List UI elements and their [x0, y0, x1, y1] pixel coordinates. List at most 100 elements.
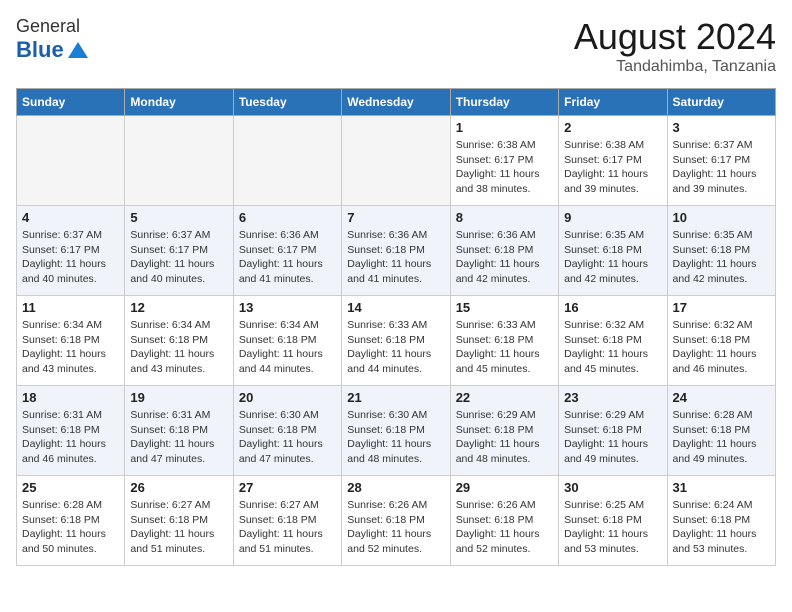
day-info: Sunrise: 6:29 AMSunset: 6:18 PMDaylight:… — [564, 408, 661, 467]
calendar-table: SundayMondayTuesdayWednesdayThursdayFrid… — [16, 88, 776, 566]
weekday-header-thursday: Thursday — [450, 89, 558, 116]
calendar-cell: 21 Sunrise: 6:30 AMSunset: 6:18 PMDayligh… — [342, 386, 450, 476]
calendar-cell: 3 Sunrise: 6:37 AMSunset: 6:17 PMDaylight… — [667, 116, 775, 206]
day-number: 17 — [673, 300, 770, 315]
day-number: 13 — [239, 300, 336, 315]
day-number: 14 — [347, 300, 444, 315]
day-number: 22 — [456, 390, 553, 405]
weekday-header-saturday: Saturday — [667, 89, 775, 116]
day-info: Sunrise: 6:27 AMSunset: 6:18 PMDaylight:… — [130, 498, 227, 557]
day-info: Sunrise: 6:26 AMSunset: 6:18 PMDaylight:… — [456, 498, 553, 557]
calendar-cell: 10 Sunrise: 6:35 AMSunset: 6:18 PMDayligh… — [667, 206, 775, 296]
calendar-cell — [17, 116, 125, 206]
day-info: Sunrise: 6:36 AMSunset: 6:18 PMDaylight:… — [456, 228, 553, 287]
page-header: General Blue August 2024 Tandahimba, Tan… — [16, 16, 776, 76]
calendar-cell: 24 Sunrise: 6:28 AMSunset: 6:18 PMDayligh… — [667, 386, 775, 476]
day-info: Sunrise: 6:31 AMSunset: 6:18 PMDaylight:… — [130, 408, 227, 467]
calendar-week-row: 18 Sunrise: 6:31 AMSunset: 6:18 PMDayligh… — [17, 386, 776, 476]
day-number: 2 — [564, 120, 661, 135]
calendar-cell: 17 Sunrise: 6:32 AMSunset: 6:18 PMDayligh… — [667, 296, 775, 386]
day-info: Sunrise: 6:33 AMSunset: 6:18 PMDaylight:… — [456, 318, 553, 377]
calendar-cell: 12Sunrise: 6:34 AMSunset: 6:18 PMDayligh… — [125, 296, 233, 386]
logo: General Blue — [16, 16, 88, 63]
calendar-cell — [125, 116, 233, 206]
day-info: Sunrise: 6:32 AMSunset: 6:18 PMDaylight:… — [564, 318, 661, 377]
day-info: Sunrise: 6:31 AMSunset: 6:18 PMDaylight:… — [22, 408, 119, 467]
location-subtitle: Tandahimba, Tanzania — [574, 58, 776, 76]
calendar-cell: 27Sunrise: 6:27 AMSunset: 6:18 PMDayligh… — [233, 476, 341, 566]
day-number: 1 — [456, 120, 553, 135]
day-number: 4 — [22, 210, 119, 225]
calendar-week-row: 1 Sunrise: 6:38 AMSunset: 6:17 PMDaylight… — [17, 116, 776, 206]
day-number: 25 — [22, 480, 119, 495]
title-block: August 2024 Tandahimba, Tanzania — [574, 16, 776, 76]
calendar-cell: 29 Sunrise: 6:26 AMSunset: 6:18 PMDayligh… — [450, 476, 558, 566]
calendar-cell: 28 Sunrise: 6:26 AMSunset: 6:18 PMDayligh… — [342, 476, 450, 566]
calendar-cell: 8 Sunrise: 6:36 AMSunset: 6:18 PMDaylight… — [450, 206, 558, 296]
calendar-cell: 2 Sunrise: 6:38 AMSunset: 6:17 PMDaylight… — [559, 116, 667, 206]
calendar-cell: 18 Sunrise: 6:31 AMSunset: 6:18 PMDayligh… — [17, 386, 125, 476]
day-number: 8 — [456, 210, 553, 225]
day-number: 21 — [347, 390, 444, 405]
calendar-cell: 7Sunrise: 6:36 AMSunset: 6:18 PMDaylight… — [342, 206, 450, 296]
day-info: Sunrise: 6:32 AMSunset: 6:18 PMDaylight:… — [673, 318, 770, 377]
calendar-week-row: 25Sunrise: 6:28 AMSunset: 6:18 PMDayligh… — [17, 476, 776, 566]
day-info: Sunrise: 6:25 AMSunset: 6:18 PMDaylight:… — [564, 498, 661, 557]
day-number: 23 — [564, 390, 661, 405]
day-number: 11 — [22, 300, 119, 315]
day-info: Sunrise: 6:26 AMSunset: 6:18 PMDaylight:… — [347, 498, 444, 557]
calendar-cell: 9 Sunrise: 6:35 AMSunset: 6:18 PMDaylight… — [559, 206, 667, 296]
day-number: 24 — [673, 390, 770, 405]
logo-general-text: General — [16, 16, 80, 37]
day-info: Sunrise: 6:36 AMSunset: 6:17 PMDaylight:… — [239, 228, 336, 287]
calendar-cell: 31Sunrise: 6:24 AMSunset: 6:18 PMDayligh… — [667, 476, 775, 566]
calendar-cell: 5Sunrise: 6:37 AMSunset: 6:17 PMDaylight… — [125, 206, 233, 296]
calendar-cell — [342, 116, 450, 206]
calendar-cell: 1Sunrise: 6:38 AMSunset: 6:17 PMDaylight… — [450, 116, 558, 206]
day-number: 26 — [130, 480, 227, 495]
day-number: 30 — [564, 480, 661, 495]
weekday-header-tuesday: Tuesday — [233, 89, 341, 116]
day-info: Sunrise: 6:35 AMSunset: 6:18 PMDaylight:… — [564, 228, 661, 287]
day-number: 29 — [456, 480, 553, 495]
calendar-week-row: 4Sunrise: 6:37 AMSunset: 6:17 PMDaylight… — [17, 206, 776, 296]
calendar-cell: 20 Sunrise: 6:30 AMSunset: 6:18 PMDayligh… — [233, 386, 341, 476]
day-number: 10 — [673, 210, 770, 225]
day-number: 18 — [22, 390, 119, 405]
calendar-cell: 14 Sunrise: 6:33 AMSunset: 6:18 PMDayligh… — [342, 296, 450, 386]
day-info: Sunrise: 6:30 AMSunset: 6:18 PMDaylight:… — [347, 408, 444, 467]
day-info: Sunrise: 6:36 AMSunset: 6:18 PMDaylight:… — [347, 228, 444, 287]
calendar-cell: 23 Sunrise: 6:29 AMSunset: 6:18 PMDayligh… — [559, 386, 667, 476]
day-number: 6 — [239, 210, 336, 225]
day-info: Sunrise: 6:24 AMSunset: 6:18 PMDaylight:… — [673, 498, 770, 557]
day-info: Sunrise: 6:30 AMSunset: 6:18 PMDaylight:… — [239, 408, 336, 467]
calendar-cell: 19 Sunrise: 6:31 AMSunset: 6:18 PMDayligh… — [125, 386, 233, 476]
day-info: Sunrise: 6:38 AMSunset: 6:17 PMDaylight:… — [564, 138, 661, 197]
day-number: 28 — [347, 480, 444, 495]
day-number: 3 — [673, 120, 770, 135]
day-info: Sunrise: 6:34 AMSunset: 6:18 PMDaylight:… — [22, 318, 119, 377]
calendar-cell — [233, 116, 341, 206]
day-info: Sunrise: 6:37 AMSunset: 6:17 PMDaylight:… — [673, 138, 770, 197]
calendar-week-row: 11 Sunrise: 6:34 AMSunset: 6:18 PMDayligh… — [17, 296, 776, 386]
calendar-cell: 11 Sunrise: 6:34 AMSunset: 6:18 PMDayligh… — [17, 296, 125, 386]
calendar-cell: 13Sunrise: 6:34 AMSunset: 6:18 PMDayligh… — [233, 296, 341, 386]
day-number: 16 — [564, 300, 661, 315]
calendar-cell: 16 Sunrise: 6:32 AMSunset: 6:18 PMDayligh… — [559, 296, 667, 386]
weekday-header-wednesday: Wednesday — [342, 89, 450, 116]
day-number: 27 — [239, 480, 336, 495]
weekday-header-friday: Friday — [559, 89, 667, 116]
calendar-cell: 30 Sunrise: 6:25 AMSunset: 6:18 PMDayligh… — [559, 476, 667, 566]
calendar-cell: 26 Sunrise: 6:27 AMSunset: 6:18 PMDayligh… — [125, 476, 233, 566]
calendar-cell: 15Sunrise: 6:33 AMSunset: 6:18 PMDayligh… — [450, 296, 558, 386]
day-number: 20 — [239, 390, 336, 405]
day-number: 9 — [564, 210, 661, 225]
day-info: Sunrise: 6:33 AMSunset: 6:18 PMDaylight:… — [347, 318, 444, 377]
day-number: 12 — [130, 300, 227, 315]
day-info: Sunrise: 6:35 AMSunset: 6:18 PMDaylight:… — [673, 228, 770, 287]
calendar-cell: 25Sunrise: 6:28 AMSunset: 6:18 PMDayligh… — [17, 476, 125, 566]
day-info: Sunrise: 6:28 AMSunset: 6:18 PMDaylight:… — [673, 408, 770, 467]
calendar-cell: 4Sunrise: 6:37 AMSunset: 6:17 PMDaylight… — [17, 206, 125, 296]
day-number: 19 — [130, 390, 227, 405]
day-number: 5 — [130, 210, 227, 225]
